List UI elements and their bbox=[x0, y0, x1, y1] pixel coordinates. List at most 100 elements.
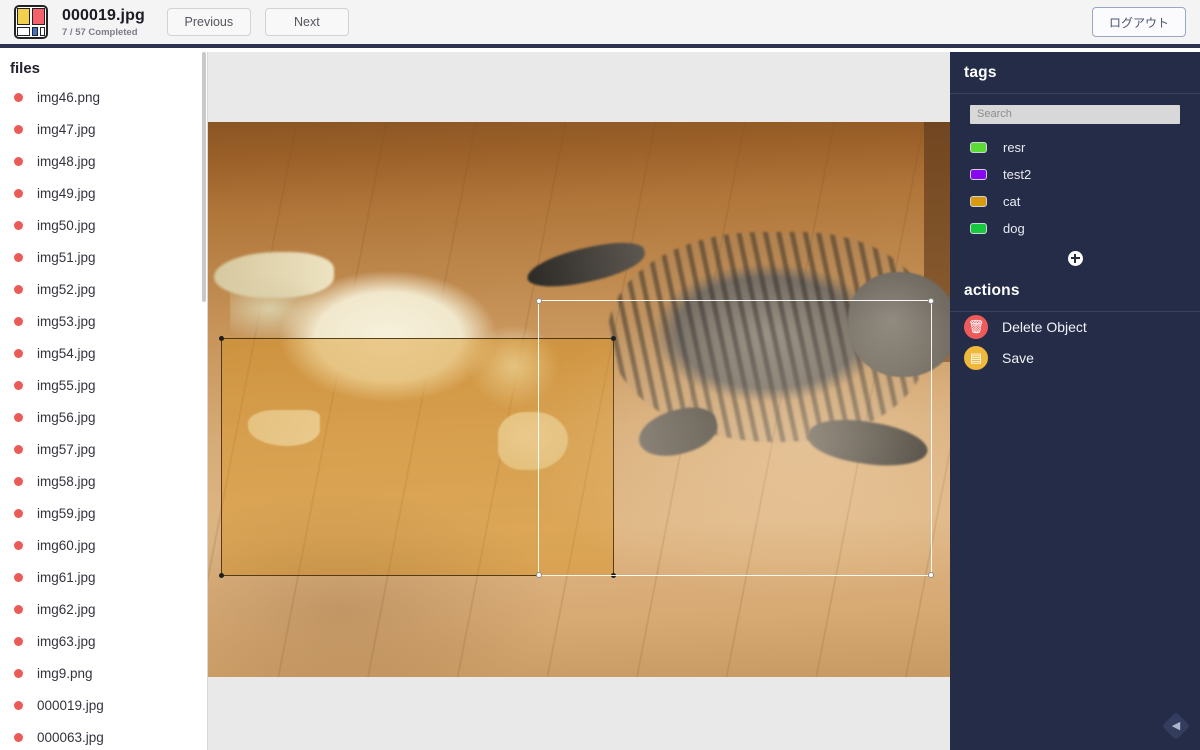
file-name-label: img52.jpg bbox=[37, 282, 96, 297]
bbox-sel-handle-bottom-left[interactable] bbox=[536, 572, 542, 578]
file-name-label: img46.png bbox=[37, 90, 100, 105]
list-item[interactable]: img47.jpg bbox=[0, 113, 207, 145]
file-status-dot-icon bbox=[14, 285, 23, 294]
logo-block-white-2 bbox=[40, 27, 46, 36]
logo-block-row bbox=[32, 27, 45, 36]
logo-block-red bbox=[32, 8, 45, 25]
bbox-handle-bottom-left[interactable] bbox=[219, 573, 224, 578]
list-item[interactable]: img63.jpg bbox=[0, 625, 207, 657]
list-item[interactable]: img56.jpg bbox=[0, 401, 207, 433]
plus-circle-icon[interactable] bbox=[1068, 251, 1083, 266]
bbox-sel-handle-top-left[interactable] bbox=[536, 298, 542, 304]
bbox-handle-top-left[interactable] bbox=[219, 336, 224, 341]
file-name-label: 000063.jpg bbox=[37, 730, 104, 745]
file-name-label: img59.jpg bbox=[37, 506, 96, 521]
list-item[interactable]: img53.jpg bbox=[0, 305, 207, 337]
image-canvas[interactable] bbox=[208, 52, 950, 750]
action-delete-object[interactable]: 🗑Delete Object bbox=[950, 312, 1200, 343]
file-name-label: img62.jpg bbox=[37, 602, 96, 617]
file-status-dot-icon bbox=[14, 413, 23, 422]
tag-label: resr bbox=[1003, 140, 1025, 155]
floppy-disk-icon: ▤ bbox=[964, 346, 988, 370]
image-wall-region bbox=[924, 122, 950, 362]
list-item[interactable]: 000019.jpg bbox=[0, 689, 207, 721]
file-status-dot-icon bbox=[14, 125, 23, 134]
file-status-dot-icon bbox=[14, 541, 23, 550]
tag-color-swatch-icon bbox=[970, 169, 987, 180]
action-list: 🗑Delete Object ▤ Save bbox=[950, 312, 1200, 374]
file-status-dot-icon bbox=[14, 349, 23, 358]
right-sidebar: tags resrtest2catdog actions 🗑Delete Obj… bbox=[950, 52, 1200, 750]
image-cat-gray-leg-front bbox=[634, 401, 722, 463]
list-item[interactable]: img57.jpg bbox=[0, 433, 207, 465]
file-name-label: img54.jpg bbox=[37, 346, 96, 361]
progress-text: 7 / 57 Completed bbox=[62, 27, 145, 38]
file-status-dot-icon bbox=[14, 509, 23, 518]
bbox-sel-handle-top-right[interactable] bbox=[928, 298, 934, 304]
bounding-box-filled[interactable] bbox=[221, 338, 614, 576]
bbox-sel-handle-bottom-right[interactable] bbox=[928, 572, 934, 578]
mondrian-logo-icon bbox=[14, 5, 48, 39]
actions-heading: actions bbox=[950, 270, 1200, 312]
next-button[interactable]: Next bbox=[265, 8, 349, 36]
file-status-dot-icon bbox=[14, 317, 23, 326]
add-tag-row bbox=[950, 242, 1200, 270]
image-cat-white-leg bbox=[248, 410, 320, 446]
file-status-dot-icon bbox=[14, 477, 23, 486]
file-name-label: img56.jpg bbox=[37, 410, 96, 425]
file-status-dot-icon bbox=[14, 701, 23, 710]
annotation-tool-app: 000019.jpg 7 / 57 Completed Previous Nex… bbox=[0, 0, 1200, 750]
logout-button[interactable]: ログアウト bbox=[1092, 7, 1186, 37]
file-status-dot-icon bbox=[14, 733, 23, 742]
list-item[interactable]: img50.jpg bbox=[0, 209, 207, 241]
list-item[interactable]: 000063.jpg bbox=[0, 721, 207, 750]
files-scrollbar[interactable] bbox=[202, 52, 206, 302]
bbox-handle-top-right[interactable] bbox=[611, 336, 616, 341]
tag-item-resr[interactable]: resr bbox=[950, 134, 1200, 161]
list-item[interactable]: img58.jpg bbox=[0, 465, 207, 497]
app-header: 000019.jpg 7 / 57 Completed Previous Nex… bbox=[0, 0, 1200, 48]
file-name-label: 000019.jpg bbox=[37, 698, 104, 713]
file-title-group: 000019.jpg 7 / 57 Completed bbox=[62, 7, 145, 38]
list-item[interactable]: img59.jpg bbox=[0, 497, 207, 529]
tag-label: dog bbox=[1003, 221, 1025, 236]
files-heading: files bbox=[0, 52, 207, 81]
action-label: Save bbox=[1002, 350, 1034, 366]
list-item[interactable]: img46.png bbox=[0, 81, 207, 113]
files-sidebar: files img46.png img47.jpg img48.jpg img49.j… bbox=[0, 52, 208, 750]
file-name-label: img50.jpg bbox=[37, 218, 96, 233]
action-save[interactable]: ▤ Save bbox=[950, 343, 1200, 374]
tag-item-dog[interactable]: dog bbox=[950, 215, 1200, 242]
image-cat-gray-head bbox=[848, 272, 950, 377]
file-status-dot-icon bbox=[14, 189, 23, 198]
list-item[interactable]: img51.jpg bbox=[0, 241, 207, 273]
action-label: Delete Object bbox=[1002, 319, 1087, 335]
list-item[interactable]: img55.jpg bbox=[0, 369, 207, 401]
bounding-box-selected[interactable] bbox=[538, 300, 932, 576]
list-item[interactable]: img54.jpg bbox=[0, 337, 207, 369]
image-cat-gray-leg-back bbox=[805, 413, 930, 473]
file-name-label: img53.jpg bbox=[37, 314, 96, 329]
bbox-handle-bottom-right[interactable] bbox=[611, 573, 616, 578]
file-status-dot-icon bbox=[14, 381, 23, 390]
list-item[interactable]: img61.jpg bbox=[0, 561, 207, 593]
file-name-label: img49.jpg bbox=[37, 186, 96, 201]
tag-search-input[interactable] bbox=[970, 105, 1180, 124]
list-item[interactable]: img60.jpg bbox=[0, 529, 207, 561]
list-item[interactable]: img48.jpg bbox=[0, 145, 207, 177]
tag-label: cat bbox=[1003, 194, 1020, 209]
logo-block-white bbox=[17, 27, 30, 36]
list-item[interactable]: img62.jpg bbox=[0, 593, 207, 625]
previous-button[interactable]: Previous bbox=[167, 8, 251, 36]
list-item[interactable]: img49.jpg bbox=[0, 177, 207, 209]
list-item[interactable]: img9.png bbox=[0, 657, 207, 689]
file-name-label: img63.jpg bbox=[37, 634, 96, 649]
tag-list: resr test2 cat dog bbox=[950, 130, 1200, 242]
tag-item-cat[interactable]: cat bbox=[950, 188, 1200, 215]
file-status-dot-icon bbox=[14, 445, 23, 454]
file-name-label: img48.jpg bbox=[37, 154, 96, 169]
collapse-panel-icon[interactable]: ◀ bbox=[1162, 712, 1190, 740]
file-status-dot-icon bbox=[14, 93, 23, 102]
tag-item-test2[interactable]: test2 bbox=[950, 161, 1200, 188]
list-item[interactable]: img52.jpg bbox=[0, 273, 207, 305]
